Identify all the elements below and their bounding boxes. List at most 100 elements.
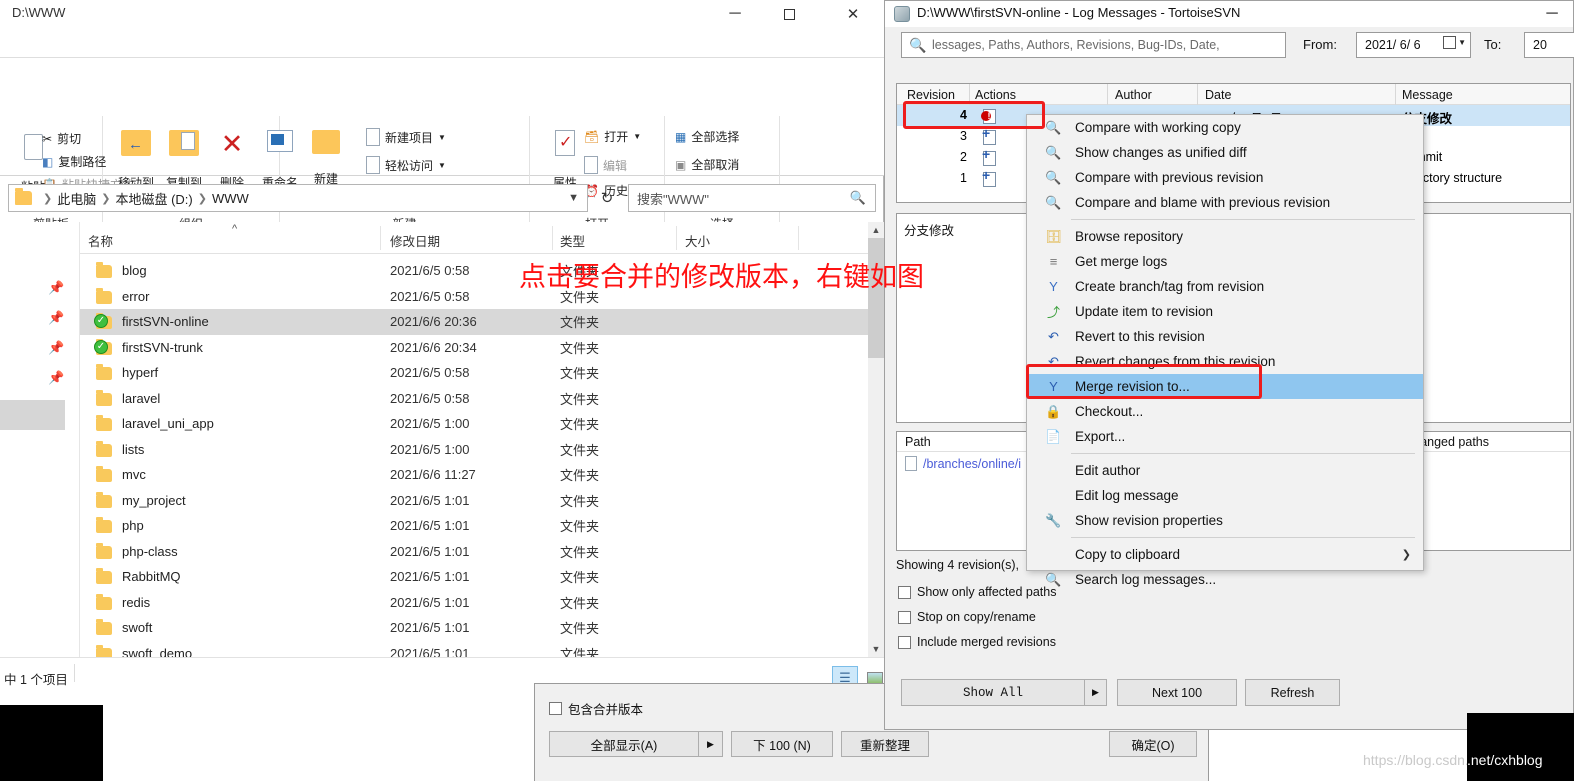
cut-button[interactable]: ✂ 剪切 — [42, 130, 81, 147]
from-date-field[interactable]: 2021/ 6/ 6 ▼ — [1356, 32, 1471, 58]
next-100-button[interactable]: Next 100 — [1117, 679, 1237, 706]
file-row[interactable]: ✓ firstSVN-online 2021/6/6 20:36 文件夹 — [80, 309, 868, 335]
magnifier-red-icon: 🔍 — [1045, 119, 1062, 135]
scroll-down-icon[interactable]: ▼ — [868, 641, 884, 657]
context-menu-item[interactable]: Edit log message — [1027, 483, 1423, 508]
file-type: 文件夹 — [560, 391, 600, 407]
path-list-item[interactable]: /branches/online/i — [905, 456, 1021, 471]
file-type: 文件夹 — [560, 519, 600, 535]
maximize-icon — [783, 8, 795, 20]
context-menu-item[interactable]: 🗄 Browse repository — [1027, 224, 1423, 249]
new-item-button[interactable]: 新建项目 ▼ — [366, 128, 446, 146]
context-menu-item[interactable]: Υ Create branch/tag from revision — [1027, 274, 1423, 299]
include-merged-revisions-checkbox[interactable]: 包含合并版本 — [549, 699, 643, 718]
file-row[interactable]: redis 2021/6/5 1:01 文件夹 — [80, 590, 868, 616]
wrench-icon: 🔧 — [1045, 512, 1062, 528]
chevron-down-icon[interactable]: ▼ — [568, 192, 579, 204]
copy-path-button[interactable]: ◧ 复制路径 — [42, 153, 106, 170]
column-header-revision[interactable]: Revision — [907, 88, 955, 102]
file-type: 文件夹 — [560, 468, 600, 484]
address-bar[interactable]: ❯ 此电脑 ❯ 本地磁盘 (D:) ❯ WWW ▼ — [8, 184, 588, 212]
context-menu-item[interactable]: 🔧 Show revision properties — [1027, 508, 1423, 533]
column-header-date[interactable]: Date — [1205, 88, 1231, 102]
from-date-dropdown[interactable]: ▼ — [1443, 36, 1466, 49]
context-menu-item[interactable]: ≡ Get merge logs — [1027, 249, 1423, 274]
reorganize-button-cn[interactable]: 重新整理 — [841, 731, 929, 757]
column-header-actions[interactable]: Actions — [975, 88, 1016, 102]
context-menu-item-label: Show revision properties — [1075, 513, 1223, 528]
file-row[interactable]: php 2021/6/5 1:01 文件夹 — [80, 513, 868, 539]
easy-access-button[interactable]: 轻松访问 ▼ — [366, 156, 446, 174]
file-name: mvc — [122, 467, 146, 483]
revision-action — [982, 168, 999, 187]
context-menu-item[interactable]: 🔍 Compare and blame with previous revisio… — [1027, 190, 1423, 215]
file-row[interactable]: mvc 2021/6/6 11:27 文件夹 — [80, 462, 868, 488]
file-row[interactable]: swoft 2021/6/5 1:01 文件夹 — [80, 615, 868, 641]
column-header-message[interactable]: Message — [1402, 88, 1453, 102]
context-menu-item[interactable]: 🔒 Checkout... — [1027, 399, 1423, 424]
file-row[interactable]: php-class 2021/6/5 1:01 文件夹 — [80, 539, 868, 565]
include-merged-revisions-checkbox-svn[interactable]: Include merged revisions — [898, 635, 1056, 649]
file-row[interactable]: hyperf 2021/6/5 0:58 文件夹 — [80, 360, 868, 386]
context-menu-item[interactable]: Copy to clipboard ❯ — [1027, 542, 1423, 567]
file-row[interactable]: RabbitMQ 2021/6/5 1:01 文件夹 — [80, 564, 868, 590]
file-row[interactable]: laravel 2021/6/5 0:58 文件夹 — [80, 386, 868, 412]
refresh-button-svn[interactable]: Refresh — [1245, 679, 1340, 706]
context-menu-item[interactable]: 🔍 Search log messages... — [1027, 567, 1423, 592]
show-all-dropdown-arrow[interactable]: ▶ — [1085, 679, 1107, 706]
select-none-button[interactable]: ▣ 全部取消 — [675, 156, 739, 173]
stop-on-copy-rename-checkbox[interactable]: Stop on copy/rename — [898, 610, 1036, 624]
column-header-date[interactable]: 修改日期 — [390, 231, 440, 250]
open-icon: 🗃 — [584, 129, 600, 144]
open-button[interactable]: 🗃 打开 ▼ — [584, 128, 641, 145]
refresh-button[interactable]: ↻ — [592, 184, 622, 212]
svn-minimize-button[interactable] — [1530, 1, 1574, 27]
to-date-field[interactable]: 20 — [1524, 32, 1574, 58]
explorer-maximize-button[interactable] — [766, 0, 812, 28]
next-100-button-cn[interactable]: 下 100 (N) — [731, 731, 833, 757]
breadcrumb-separator: ❯ — [101, 192, 111, 205]
context-menu-item[interactable]: 🔍 Compare with working copy — [1027, 115, 1423, 140]
context-menu-item[interactable]: 🔍 Show changes as unified diff — [1027, 140, 1423, 165]
context-menu-separator — [1071, 537, 1415, 538]
merge-logs-icon: ≡ — [1049, 254, 1058, 269]
revision-context-menu: 🔍 Compare with working copy 🔍 Show changes … — [1026, 114, 1424, 587]
copy-path-label: 复制路径 — [58, 155, 107, 169]
context-menu-item[interactable]: 🔍 Compare with previous revision — [1027, 165, 1423, 190]
context-menu-item[interactable]: ↶ Revert to this revision — [1027, 324, 1423, 349]
context-menu-item-label: Edit author — [1075, 463, 1141, 478]
edit-button[interactable]: 编辑 — [584, 156, 627, 174]
file-row[interactable]: my_project 2021/6/5 1:01 文件夹 — [80, 488, 868, 514]
revision-action — [982, 126, 999, 145]
column-header-type[interactable]: 类型 — [560, 231, 585, 250]
checkbox-icon — [549, 702, 562, 715]
svn-search-input[interactable]: 🔍 lessages, Paths, Authors, Revisions, B… — [901, 32, 1286, 58]
context-menu-item[interactable]: 📄 Export... — [1027, 424, 1423, 449]
breadcrumb-item-2[interactable]: WWW — [212, 191, 249, 206]
file-row[interactable]: laravel_uni_app 2021/6/5 1:00 文件夹 — [80, 411, 868, 437]
column-header-path[interactable]: Path — [905, 435, 931, 449]
file-row[interactable]: lists 2021/6/5 1:00 文件夹 — [80, 437, 868, 463]
breadcrumb-item-0[interactable]: 此电脑 — [57, 189, 96, 208]
explorer-minimize-button[interactable] — [712, 0, 758, 28]
explorer-title: D:\WWW — [12, 5, 66, 20]
column-header-name[interactable]: 名称 — [88, 231, 113, 250]
select-all-button[interactable]: ▦ 全部选择 — [675, 128, 739, 145]
scroll-up-icon[interactable]: ▲ — [868, 222, 884, 238]
show-all-button[interactable]: Show All — [901, 679, 1085, 706]
show-all-dropdown-arrow-cn[interactable]: ▶ — [699, 731, 723, 757]
explorer-close-button[interactable] — [830, 0, 876, 28]
show-all-button-cn[interactable]: 全部显示(A) — [549, 731, 699, 757]
column-header-size[interactable]: 大小 — [685, 231, 710, 250]
context-menu-item[interactable]: ⤴ Update item to revision — [1027, 299, 1423, 324]
context-menu-item[interactable]: Edit author — [1027, 458, 1423, 483]
ok-button-cn[interactable]: 确定(O) — [1109, 731, 1197, 757]
column-header-author[interactable]: Author — [1115, 88, 1152, 102]
file-row[interactable]: ✓ firstSVN-trunk 2021/6/6 20:34 文件夹 — [80, 335, 868, 361]
breadcrumb-item-1[interactable]: 本地磁盘 (D:) — [115, 189, 192, 208]
search-input[interactable]: 搜索"WWW" 🔍 — [628, 184, 876, 212]
minimize-icon — [1546, 5, 1557, 23]
file-date: 2021/6/5 1:01 — [390, 518, 470, 534]
path-text: /branches/online/i — [923, 456, 1021, 471]
sort-ascending-icon: ^ — [232, 223, 238, 235]
